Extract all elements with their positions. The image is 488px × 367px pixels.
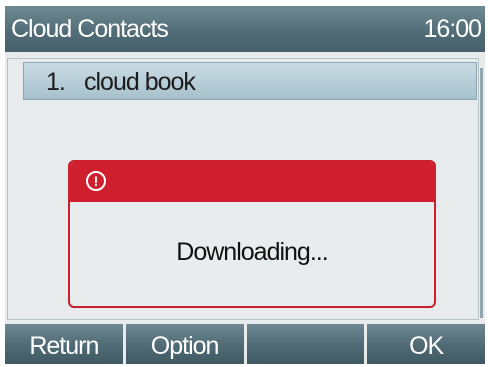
phone-screen: Cloud Contacts 16:00 1. cloud book ! Dow… — [5, 6, 485, 364]
option-softkey[interactable]: Option — [126, 324, 247, 364]
screen-title: Cloud Contacts — [11, 15, 169, 43]
list-item-index: 1. — [46, 68, 66, 96]
dialog-header: ! — [70, 162, 434, 202]
ok-softkey[interactable]: OK — [367, 324, 485, 364]
downloading-dialog: ! Downloading... — [68, 160, 436, 308]
softkey-bar: Return Option OK — [5, 324, 485, 364]
return-softkey[interactable]: Return — [5, 324, 126, 364]
scrollbar[interactable] — [480, 68, 483, 318]
clock: 16:00 — [423, 15, 482, 43]
alert-circle-icon: ! — [86, 171, 106, 191]
list-item-cloud-book[interactable]: 1. cloud book — [23, 62, 477, 100]
title-bar: Cloud Contacts 16:00 — [5, 6, 485, 52]
empty-softkey[interactable] — [247, 324, 368, 364]
content-area: 1. cloud book ! Downloading... — [5, 52, 485, 324]
list-item-label: cloud book — [84, 68, 196, 96]
dialog-message: Downloading... — [176, 238, 328, 266]
